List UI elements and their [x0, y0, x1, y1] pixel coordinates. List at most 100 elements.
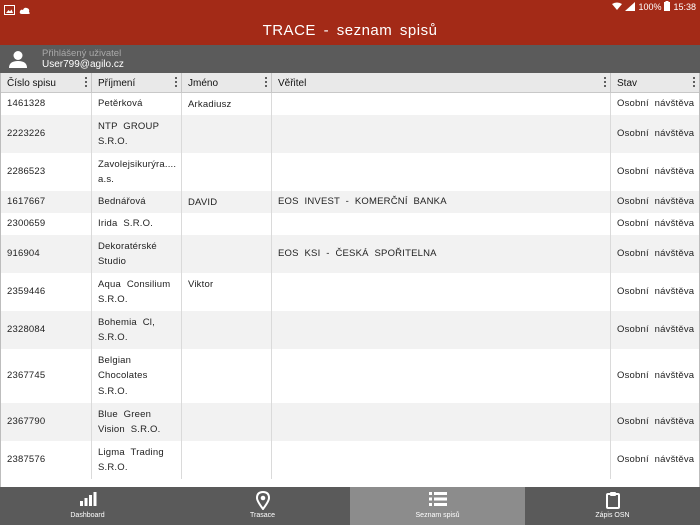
cell-line: S.R.O. [98, 332, 128, 343]
cell-line: NTP GROUP [98, 120, 160, 132]
app-bar: TRACE - seznam spisů [0, 16, 700, 45]
cell-line: Ligma Trading [98, 446, 164, 458]
nav-trasace[interactable]: Trasace [175, 487, 350, 525]
cell-line: Bednářová [98, 196, 146, 208]
column-header-cislo[interactable]: Číslo spisu [1, 73, 92, 93]
cell-cislo-spisu: 2328084 [1, 311, 92, 349]
cell-line: a.s. [98, 174, 115, 185]
table-row[interactable]: 2223226 NTP GROUP S.R.O. Osobní návštěva [1, 115, 699, 153]
user-avatar-icon [8, 50, 28, 73]
cell-stav: Osobní návštěva [617, 454, 695, 466]
cell-stav: Osobní návštěva [617, 196, 695, 208]
status-bar: 100% 15:38 [0, 0, 700, 16]
clipboard-icon [525, 491, 700, 509]
cell-line: Irida S.R.O. [98, 218, 154, 230]
table-row[interactable]: 916904 Dekoratérské Studio EOS KSI - ČESKÁ … [1, 235, 699, 273]
cell-stav: Osobní návštěva [617, 370, 695, 382]
cell-veritel: EOS INVEST - KOMERČNÍ BANKA [272, 191, 611, 213]
column-label: Příjmení [98, 78, 136, 89]
cell-line: Blue Green [98, 408, 152, 420]
cell-cislo-spisu: 2387576 [1, 441, 92, 479]
table-body: 1461328 Petěrková Arkadiusz Osobní návštěva… [1, 93, 699, 479]
table-header: Číslo spisu Příjmení Jméno Věřitel Stav [1, 73, 699, 93]
cell-stav: Osobní návštěva [617, 98, 695, 110]
table-row[interactable]: 1617667 Bednářová DAVID EOS INVEST - KOMERČ… [1, 191, 699, 213]
column-menu-icon[interactable] [84, 76, 88, 89]
table-row[interactable]: 1461328 Petěrková Arkadiusz Osobní návštěva [1, 93, 699, 115]
cell-line: Dekoratérské [98, 240, 157, 252]
cell-jmeno: Viktor [182, 273, 272, 311]
cell-prijmeni: Zavolejsikurýra.... a.s. [92, 153, 182, 191]
table-row[interactable]: 2286523 Zavolejsikurýra.... a.s. Osobní náv… [1, 153, 699, 191]
cell-line: Studio [98, 256, 127, 267]
clock: 15:38 [673, 2, 696, 12]
cell-prijmeni: Aqua Consilium S.R.O. [92, 273, 182, 311]
cell-prijmeni: Belgian Chocolates S.R.O. [92, 349, 182, 403]
cell-prijmeni: NTP GROUP S.R.O. [92, 115, 182, 153]
wifi-icon [612, 2, 623, 13]
cell-prijmeni: Petěrková [92, 93, 182, 115]
cell-veritel [272, 115, 611, 153]
cell-jmeno [182, 311, 272, 349]
nav-zapis-osn[interactable]: Zápis OSN [525, 487, 700, 525]
bar-chart-icon [0, 491, 175, 507]
cell-cislo-spisu: 2223226 [1, 115, 92, 153]
column-label: Věřitel [278, 78, 307, 89]
column-menu-icon[interactable] [264, 76, 268, 89]
cell-stav: Osobní návštěva [617, 166, 695, 178]
cell-line: Chocolates [98, 370, 148, 382]
column-label: Číslo spisu [7, 78, 56, 89]
column-header-stav[interactable]: Stav [611, 73, 699, 93]
table-row[interactable]: 2367745 Belgian Chocolates S.R.O. Osobní náv… [1, 349, 699, 403]
cell-jmeno: DAVID [182, 191, 272, 213]
cell-veritel: EOS KSI - ČESKÁ SPOŘITELNA [272, 235, 611, 273]
cell-stav: Osobní návštěva [617, 416, 695, 428]
table-row[interactable]: 2300659 Irida S.R.O. Osobní návštěva [1, 213, 699, 235]
cell-jmeno [182, 349, 272, 403]
cell-line: S.R.O. [98, 462, 128, 473]
nav-seznam-spisu[interactable]: Seznam spisů [350, 487, 525, 525]
cell-prijmeni: Irida S.R.O. [92, 213, 182, 235]
cell-stav: Osobní návštěva [617, 324, 695, 336]
cell-line: S.R.O. [98, 385, 128, 397]
cell-stav: Osobní návštěva [617, 218, 695, 230]
cell-prijmeni: Bohemia Cl, S.R.O. [92, 311, 182, 349]
table-row[interactable]: 2328084 Bohemia Cl, S.R.O. Osobní návštěva [1, 311, 699, 349]
column-menu-icon[interactable] [174, 76, 178, 89]
cell-line: Petěrková [98, 98, 143, 110]
cell-prijmeni: Dekoratérské Studio [92, 235, 182, 273]
column-menu-icon[interactable] [692, 76, 696, 89]
battery-percent: 100% [638, 2, 662, 12]
cell-veritel [272, 93, 611, 115]
map-pin-icon [175, 491, 350, 510]
cell-line: S.R.O. [98, 136, 128, 147]
table-row[interactable]: 2367790 Blue Green Vision S.R.O. Osobní náv… [1, 403, 699, 441]
table-row[interactable]: 2387576 Ligma Trading S.R.O. Osobní návštěv… [1, 441, 699, 479]
cell-veritel [272, 213, 611, 235]
nav-dashboard[interactable]: Dashboard [0, 487, 175, 525]
cell-line: S.R.O. [98, 294, 128, 305]
cell-line: Bohemia Cl, [98, 316, 155, 328]
bottom-navigation: Dashboard Trasace Seznam spisů Zápis OSN [0, 487, 700, 525]
cell-cislo-spisu: 2367745 [1, 349, 92, 403]
column-menu-icon[interactable] [603, 76, 607, 89]
cell-stav: Osobní návštěva [617, 248, 695, 260]
cell-veritel [272, 441, 611, 479]
column-label: Jméno [188, 78, 219, 89]
user-bar: Přihlášený uživatel User799@agilo.cz [0, 45, 700, 73]
column-header-prijmeni[interactable]: Příjmení [92, 73, 182, 93]
page-title: TRACE - seznam spisů [262, 22, 438, 39]
table-row[interactable]: 2359446 Aqua Consilium S.R.O. Viktor Osobní … [1, 273, 699, 311]
battery-icon [664, 1, 671, 13]
nav-label: Trasace [249, 512, 276, 519]
column-header-jmeno[interactable]: Jméno [182, 73, 272, 93]
cell-veritel [272, 153, 611, 191]
cell-jmeno [182, 441, 272, 479]
user-caption: Přihlášený uživatel [42, 48, 122, 59]
column-header-veritel[interactable]: Věřitel [272, 73, 611, 93]
cell-jmeno [182, 213, 272, 235]
cell-cislo-spisu: 2367790 [1, 403, 92, 441]
signal-icon [625, 1, 636, 13]
cell-jmeno: Arkadiusz [182, 93, 272, 115]
cell-line: Aqua Consilium [98, 278, 171, 290]
